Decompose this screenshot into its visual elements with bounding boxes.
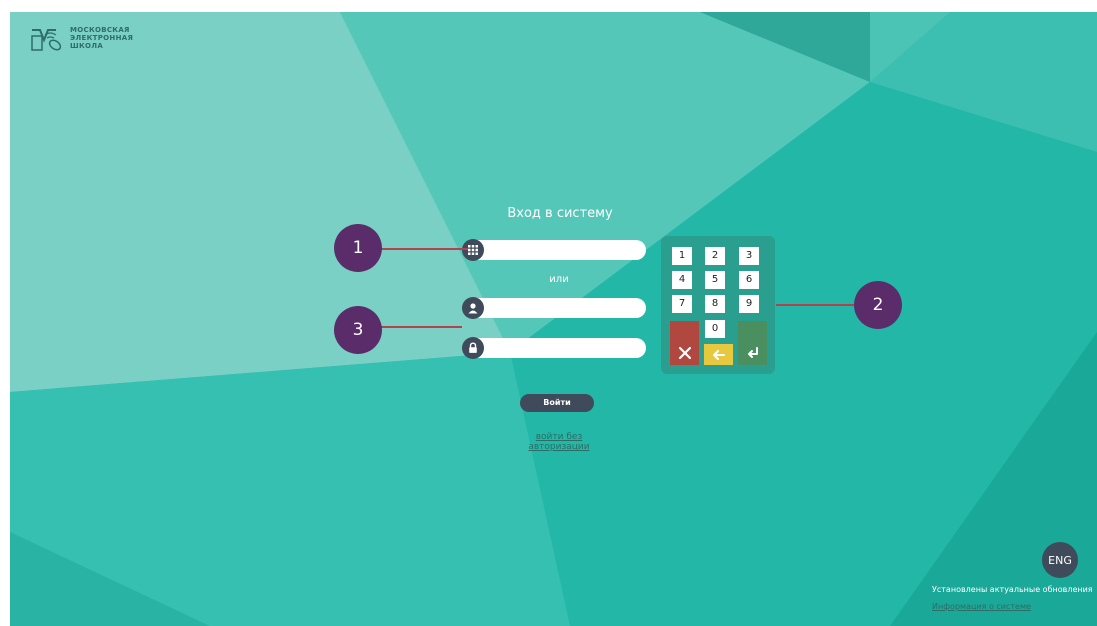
- login-input[interactable]: [489, 300, 643, 318]
- clear-key[interactable]: [670, 321, 699, 365]
- key-5[interactable]: 5: [705, 271, 725, 289]
- logo: МОСКОВСКАЯ ЭЛЕКТРОННАЯ ШКОЛА: [30, 26, 133, 56]
- password-field[interactable]: [462, 337, 646, 359]
- numeric-keypad: 1 2 3 4 5 6 7 8 9 0: [661, 236, 775, 374]
- key-2[interactable]: 2: [705, 247, 725, 265]
- login-title: Вход в систему: [507, 206, 613, 221]
- key-3[interactable]: 3: [739, 247, 759, 265]
- backspace-key[interactable]: [704, 344, 733, 365]
- key-6[interactable]: 6: [739, 271, 759, 289]
- key-4[interactable]: 4: [672, 271, 692, 289]
- user-icon: [462, 297, 484, 319]
- pin-input[interactable]: [489, 242, 643, 260]
- callout-marker-3: 3: [334, 306, 382, 354]
- pin-field[interactable]: [462, 239, 646, 261]
- callout-line-2: [776, 304, 854, 306]
- language-button[interactable]: ENG: [1042, 542, 1078, 578]
- lock-icon: [462, 337, 484, 359]
- logo-icon: [31, 29, 62, 51]
- system-info-link[interactable]: Информация о системе: [932, 602, 1031, 611]
- key-7[interactable]: 7: [672, 295, 692, 313]
- key-0[interactable]: 0: [705, 320, 725, 338]
- enter-key[interactable]: [738, 321, 767, 365]
- key-1[interactable]: 1: [672, 247, 692, 265]
- callout-line-1: [380, 248, 468, 250]
- login-field[interactable]: [462, 297, 646, 319]
- login-screen: МОСКОВСКАЯ ЭЛЕКТРОННАЯ ШКОЛА Вход в сист…: [10, 12, 1097, 626]
- or-separator: или: [549, 274, 569, 285]
- key-8[interactable]: 8: [705, 295, 725, 313]
- updates-status: Установлены актуальные обновления: [932, 585, 1093, 594]
- close-icon: [678, 346, 692, 360]
- key-9[interactable]: 9: [739, 295, 759, 313]
- guest-login-link[interactable]: войти без авторизации: [507, 432, 611, 452]
- background-polygons: [10, 12, 1097, 626]
- login-button[interactable]: Войти: [520, 394, 594, 412]
- logo-line-1: МОСКОВСКАЯ: [70, 26, 130, 34]
- enter-icon: [748, 347, 758, 358]
- callout-line-3: [378, 326, 462, 328]
- callout-marker-2: 2: [854, 281, 902, 329]
- callout-marker-1: 1: [334, 224, 382, 272]
- logo-line-2: ЭЛЕКТРОННАЯ: [70, 34, 134, 42]
- password-input[interactable]: [489, 340, 643, 358]
- keypad-icon: [462, 239, 484, 261]
- logo-line-3: ШКОЛА: [70, 42, 104, 50]
- arrow-left-icon: [713, 350, 725, 360]
